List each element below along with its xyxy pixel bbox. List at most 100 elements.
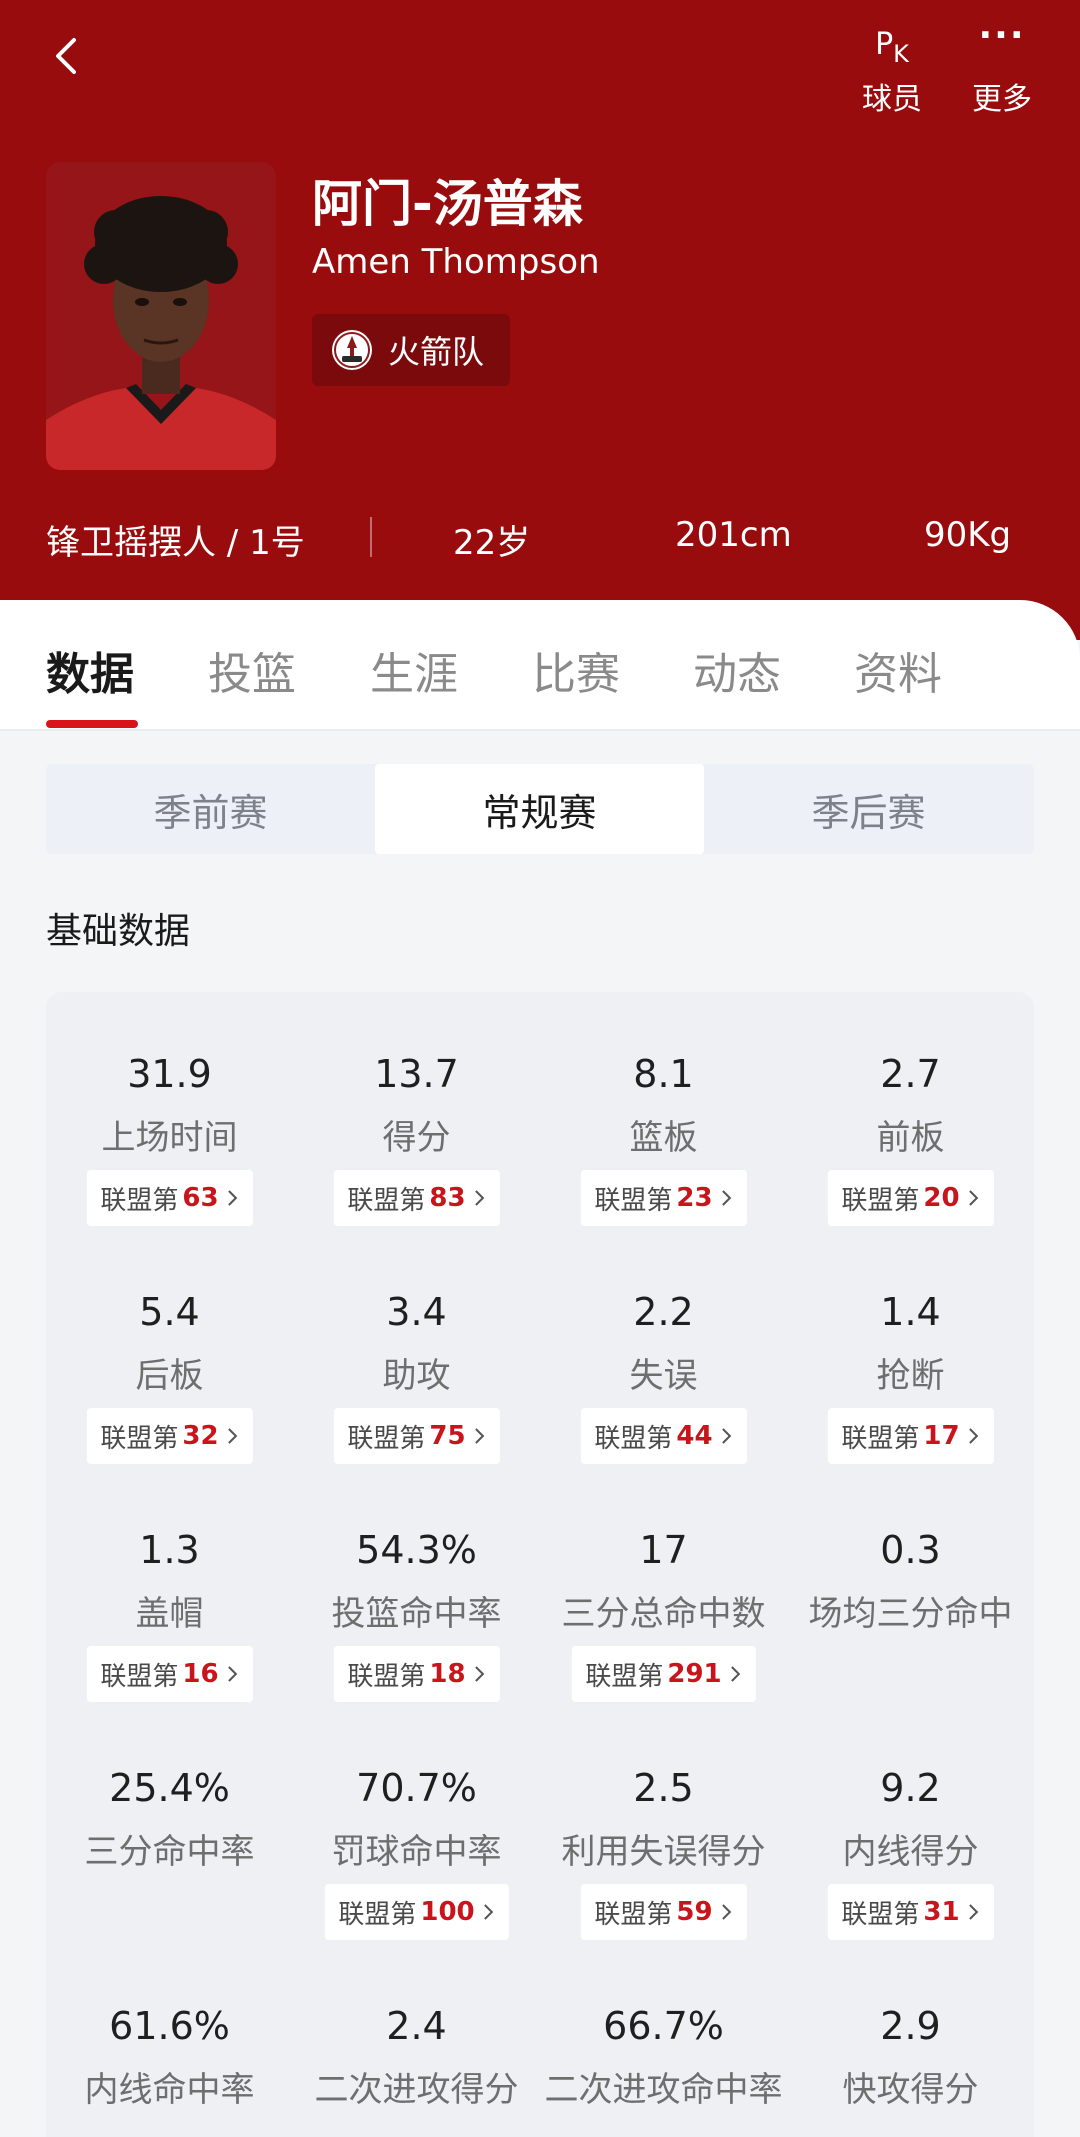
rank-prefix: 联盟第 (100, 1423, 179, 1454)
player-name-cn: 阿门-汤普森 (312, 175, 583, 233)
season-playoffs[interactable]: 季后赛 (704, 764, 1033, 854)
tab-profile[interactable]: 资料 (854, 638, 942, 702)
rank-prefix: 联盟第 (594, 1423, 673, 1454)
team-badge[interactable]: 火箭队 (312, 314, 511, 386)
more-button[interactable]: ··· 更多 (952, 14, 1052, 118)
chevron-right-icon (968, 1428, 979, 1444)
league-rank-button[interactable]: 联盟第 32 (86, 1408, 253, 1464)
chevron-right-icon (721, 1428, 732, 1444)
stat-value: 2.4 (386, 2004, 447, 2048)
stat-label: 盖帽 (135, 1594, 204, 1634)
stat-cell: 2.9 快攻得分 (787, 1944, 1034, 2137)
tab-career[interactable]: 生涯 (370, 638, 458, 702)
stat-label: 利用失误得分 (561, 1832, 766, 1872)
stat-label: 篮板 (629, 1118, 698, 1158)
stat-value: 66.7% (603, 2004, 724, 2048)
more-dots-icon: ··· (978, 15, 1026, 56)
tab-shooting[interactable]: 投篮 (208, 638, 296, 702)
tab-news[interactable]: 动态 (693, 638, 781, 702)
stat-value: 2.2 (633, 1290, 694, 1334)
stat-cell: 61.6% 内线命中率 (46, 1944, 293, 2137)
season-preseason[interactable]: 季前赛 (46, 764, 375, 854)
stat-label: 内线得分 (842, 1832, 979, 1872)
stat-cell: 9.2 内线得分联盟第 31 (787, 1706, 1034, 1946)
stat-value: 17 (639, 1528, 688, 1572)
league-rank-button[interactable]: 联盟第 83 (333, 1170, 500, 1226)
section-title: 基础数据 (46, 911, 191, 952)
rank-prefix: 联盟第 (594, 1185, 673, 1216)
stat-label: 快攻得分 (842, 2070, 979, 2110)
league-rank-button[interactable]: 联盟第 63 (86, 1170, 253, 1226)
chevron-right-icon (483, 1904, 494, 1920)
stat-value: 31.9 (127, 1052, 212, 1096)
stat-cell: 17 三分总命中数联盟第 291 (540, 1468, 787, 1708)
league-rank-button[interactable]: 联盟第 18 (333, 1646, 500, 1702)
player-weight: 90Kg (924, 515, 1012, 555)
stat-label: 内线命中率 (84, 2070, 255, 2110)
stat-cell: 0.3 场均三分命中 (787, 1468, 1034, 1708)
position-number: 锋卫摇摆人 / 1号 (46, 523, 305, 563)
stat-value: 13.7 (374, 1052, 459, 1096)
season-type-selector: 季前赛 常规赛 季后赛 (46, 764, 1034, 854)
stat-label: 场均三分命中 (808, 1594, 1013, 1634)
chevron-right-icon (721, 1904, 732, 1920)
league-rank-button[interactable]: 联盟第 75 (333, 1408, 500, 1464)
stat-cell: 2.5 利用失误得分 联盟第 59 (540, 1706, 787, 1946)
tab-data[interactable]: 数据 (46, 638, 134, 702)
rank-number: 16 (182, 1659, 219, 1689)
league-rank-button[interactable]: 联盟第 20 (827, 1170, 994, 1226)
rank-prefix: 联盟第 (100, 1661, 179, 1692)
stat-label: 助攻 (382, 1356, 451, 1396)
rank-number: 32 (182, 1421, 219, 1451)
league-rank-button[interactable]: 联盟第 100 (324, 1884, 509, 1940)
stat-cell: 2.7 前板 联盟第 20 (787, 992, 1034, 1232)
team-name: 火箭队 (388, 333, 485, 371)
stat-label: 失误 (629, 1356, 698, 1396)
league-rank-button[interactable]: 联盟第 23 (580, 1170, 747, 1226)
league-rank-button[interactable]: 联盟第 31 (827, 1884, 994, 1940)
stat-value: 25.4% (109, 1766, 230, 1810)
rank-prefix: 联盟第 (594, 1899, 673, 1930)
main-tabs: 数据 投篮 生涯 比赛 动态 资料 (0, 600, 1080, 730)
league-rank-button[interactable]: 联盟第 291 (571, 1646, 756, 1702)
rank-prefix: 联盟第 (338, 1899, 417, 1930)
stat-cell: 2.2 失误联盟第 44 (540, 1230, 787, 1470)
stat-label: 罚球命中率 (331, 1832, 502, 1872)
rank-prefix: 联盟第 (347, 1661, 426, 1692)
rank-number: 23 (676, 1183, 713, 1213)
chevron-right-icon (474, 1428, 485, 1444)
stat-label: 二次进攻命中率 (544, 2070, 783, 2110)
stat-cell: 70.7% 罚球命中率 联盟第 100 (293, 1706, 540, 1946)
stat-label: 三分总命中数 (561, 1594, 766, 1634)
info-divider (370, 517, 372, 557)
tab-games[interactable]: 比赛 (532, 638, 620, 702)
rank-prefix: 联盟第 (841, 1185, 920, 1216)
stat-value: 3.4 (386, 1290, 447, 1334)
stat-value: 8.1 (633, 1052, 694, 1096)
rank-prefix: 联盟第 (347, 1423, 426, 1454)
league-rank-button[interactable]: 联盟第 44 (580, 1408, 747, 1464)
chevron-right-icon (730, 1666, 741, 1682)
rank-prefix: 联盟第 (347, 1185, 426, 1216)
chevron-right-icon (721, 1190, 732, 1206)
season-regular[interactable]: 常规赛 (375, 764, 704, 854)
pk-button[interactable]: PK 球员 (842, 14, 942, 118)
rank-number: 100 (420, 1897, 475, 1927)
stat-value: 9.2 (880, 1766, 941, 1810)
stat-cell: 1.4 抢断 联盟第 17 (787, 1230, 1034, 1470)
stat-value: 2.7 (880, 1052, 941, 1096)
rank-number: 59 (676, 1897, 713, 1927)
stat-value: 54.3% (356, 1528, 477, 1572)
player-header: PK 球员 ··· 更多 阿门-汤普森 Amen Thompson 火箭队 锋卫… (0, 0, 1080, 640)
league-rank-button[interactable]: 联盟第 59 (580, 1884, 747, 1940)
stat-label: 得分 (382, 1118, 451, 1158)
stat-label: 抢断 (876, 1356, 945, 1396)
stat-label: 上场时间 (101, 1118, 238, 1158)
rank-number: 44 (676, 1421, 713, 1451)
league-rank-button[interactable]: 联盟第 16 (86, 1646, 253, 1702)
active-tab-indicator (46, 720, 138, 728)
back-icon[interactable] (46, 34, 90, 78)
stat-value: 0.3 (880, 1528, 941, 1572)
league-rank-button[interactable]: 联盟第 17 (827, 1408, 994, 1464)
stats-grid: 31.9 上场时间 联盟第 63 13.7 得分 联盟第 83 8.1 篮板 联盟第 23 2.7 前板联… (46, 992, 1034, 2137)
